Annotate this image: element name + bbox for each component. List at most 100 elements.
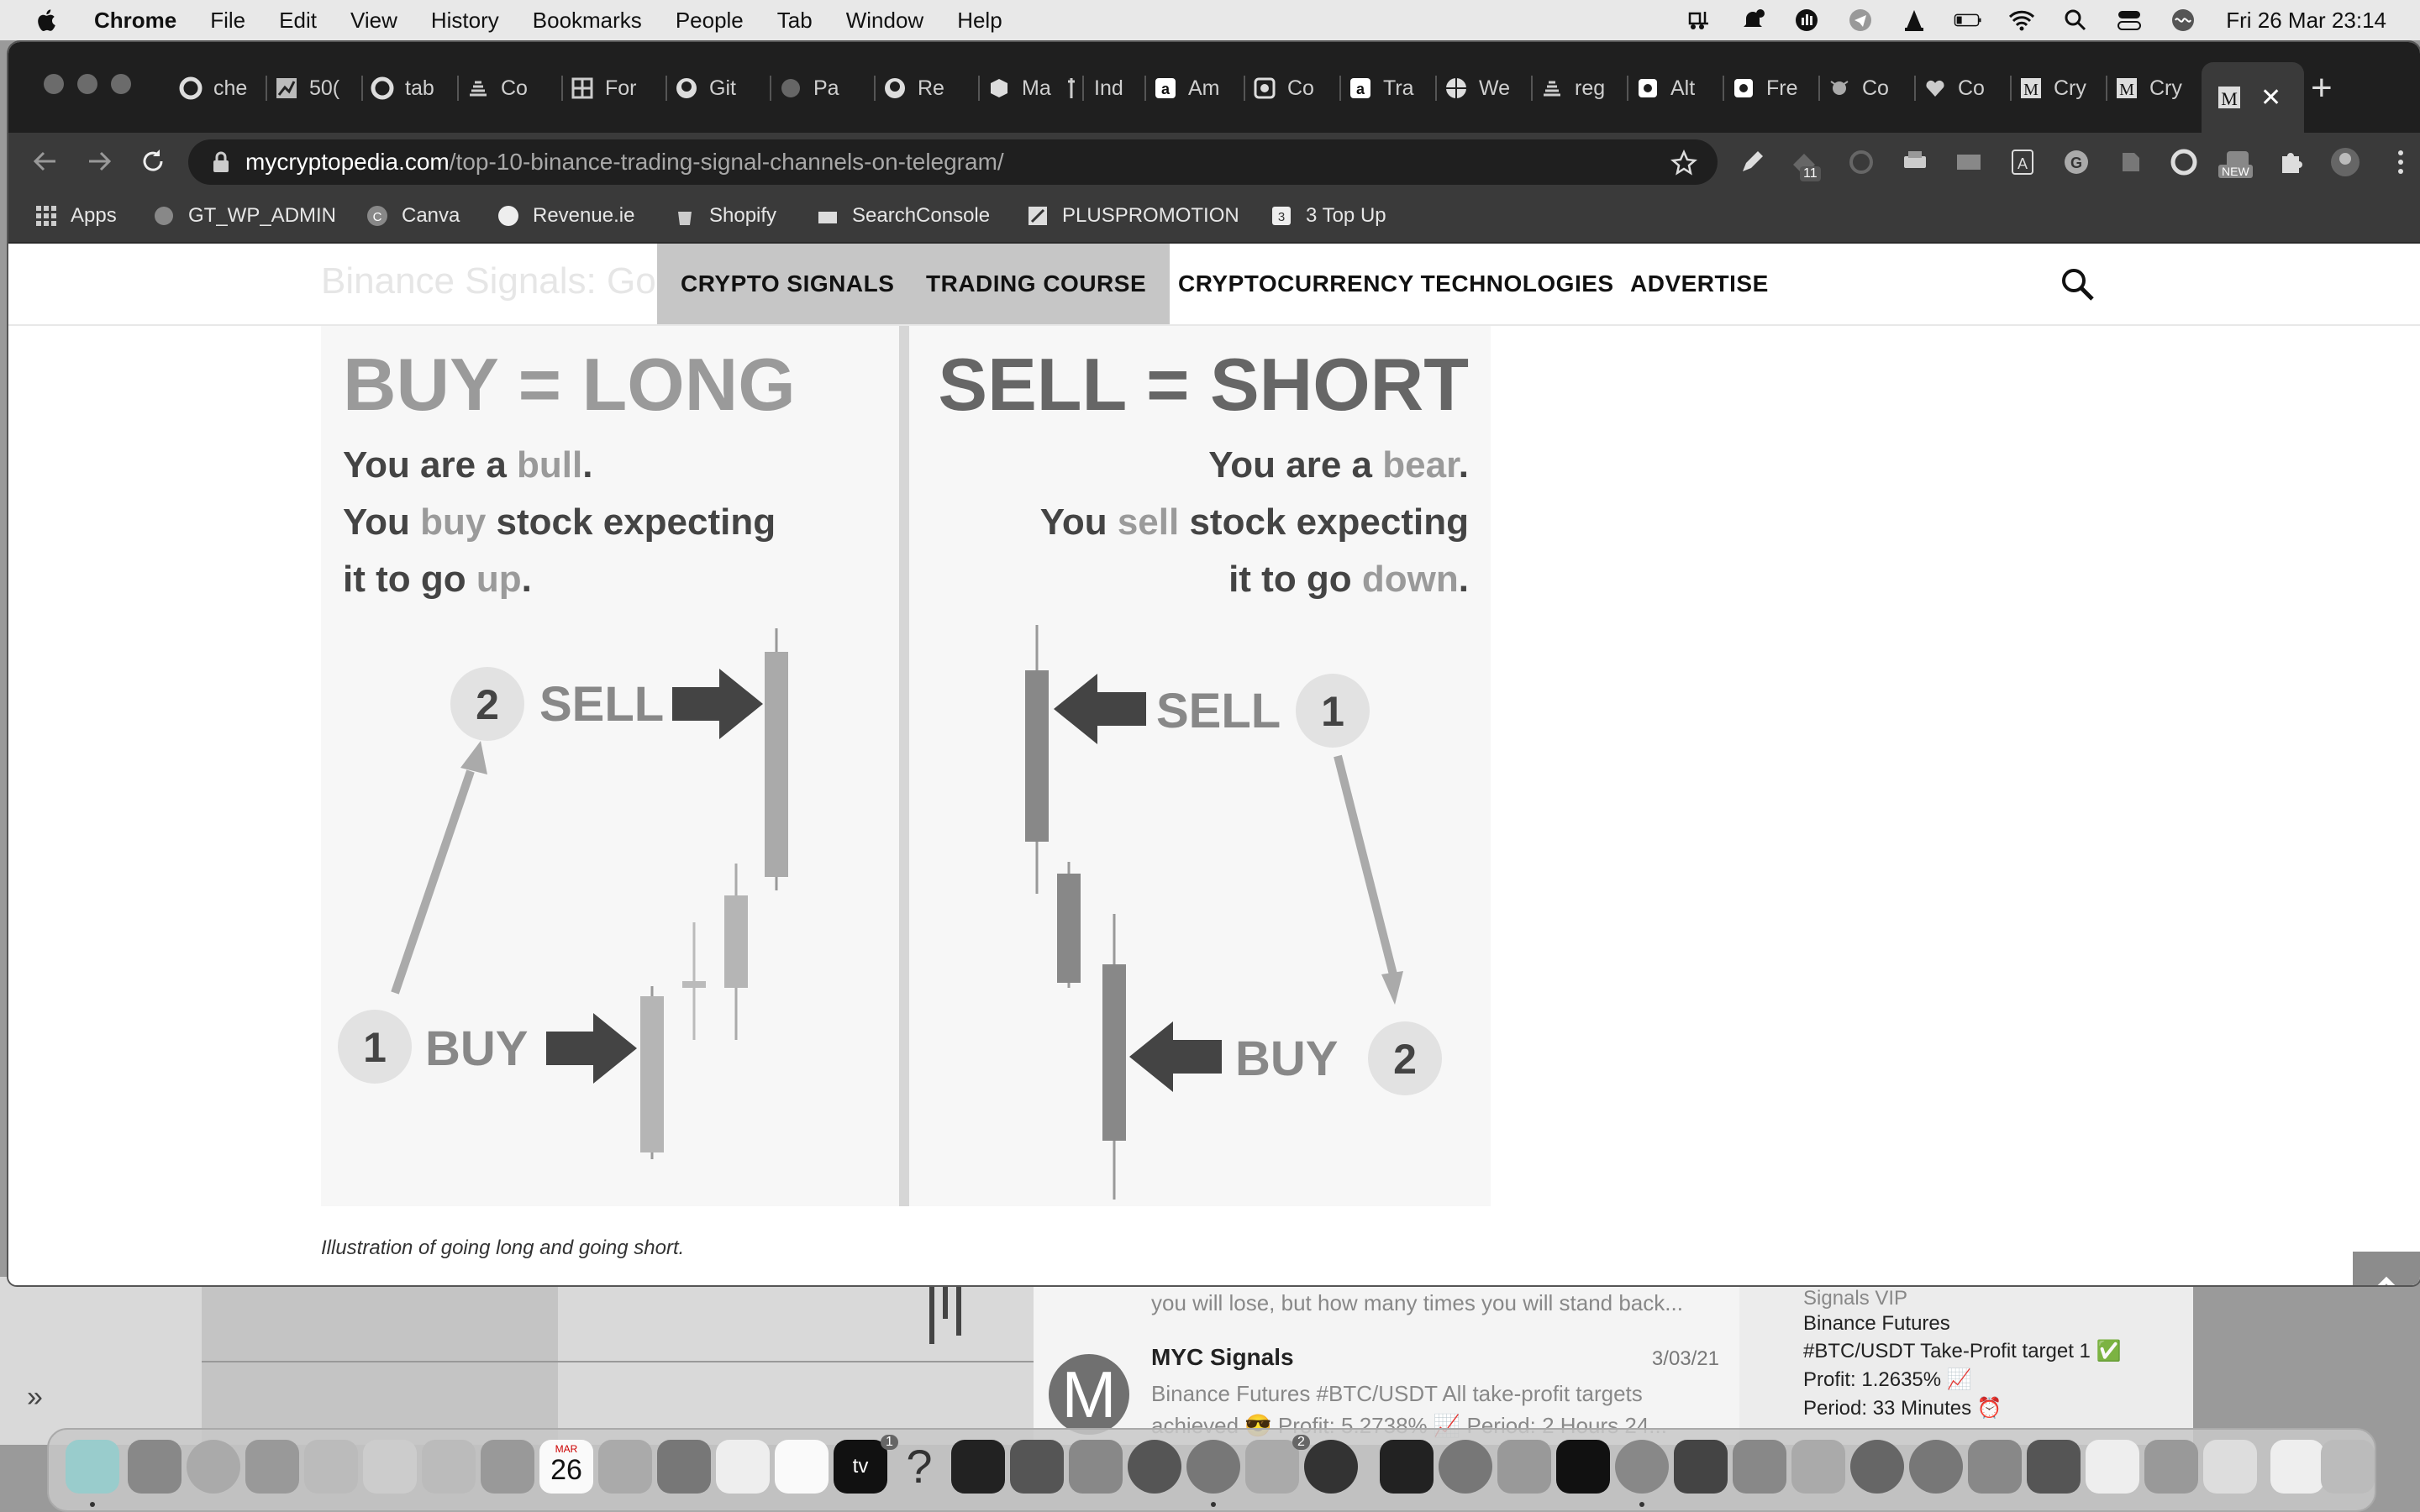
bookmark-3-top-up[interactable]: 3 3 Top Up <box>1269 203 1386 228</box>
lock-icon[interactable] <box>212 151 230 173</box>
sublime-text-icon[interactable] <box>1674 1440 1728 1494</box>
calendar-icon[interactable]: MAR 26 <box>539 1440 593 1494</box>
telegram-chat-name[interactable]: MYC Signals <box>1151 1344 1294 1371</box>
activity-monitor-icon[interactable] <box>1380 1440 1434 1494</box>
telegram-dock-icon[interactable] <box>1615 1440 1669 1494</box>
circle-extension-icon[interactable] <box>2168 146 2200 178</box>
office-icon[interactable] <box>1245 1440 1299 1494</box>
window-zoom-button[interactable] <box>111 74 131 94</box>
nav-advertise[interactable]: ADVERTISE <box>1630 244 1769 324</box>
forward-arrow-icon[interactable] <box>82 144 116 178</box>
browser-tab[interactable]: che <box>178 66 258 111</box>
menu-history[interactable]: History <box>431 8 499 34</box>
menu-app-name[interactable]: Chrome <box>94 8 176 34</box>
printer-extension-icon[interactable] <box>1899 146 1931 178</box>
back-to-top-button[interactable] <box>2353 1252 2420 1285</box>
menu-help[interactable]: Help <box>957 8 1002 34</box>
siri-icon[interactable] <box>2169 8 2197 33</box>
excel-icon[interactable] <box>2027 1440 2081 1494</box>
browser-tab[interactable]: tab <box>370 66 450 111</box>
forklift-dock-icon[interactable] <box>1497 1440 1551 1494</box>
search-icon[interactable] <box>2059 265 2097 304</box>
textedit-icon[interactable] <box>2203 1440 2257 1494</box>
bookmark-searchconsole[interactable]: SearchConsole <box>815 203 990 228</box>
menu-file[interactable]: File <box>210 8 245 34</box>
bookmark-gt-wp-admin[interactable]: GT_WP_ADMIN <box>151 203 336 228</box>
spotlight-search-icon[interactable] <box>2061 8 2090 33</box>
expand-chevron-icon[interactable]: » <box>27 1381 43 1414</box>
menu-bookmarks[interactable]: Bookmarks <box>533 8 642 34</box>
trash-icon[interactable] <box>2321 1440 2375 1494</box>
downloads-icon[interactable] <box>598 1440 652 1494</box>
bookmark-revenue[interactable]: Revenue.ie <box>496 203 634 228</box>
pen-extension-icon[interactable] <box>1736 146 1768 178</box>
menu-tab[interactable]: Tab <box>777 8 813 34</box>
vlc-icon[interactable] <box>1900 8 1928 33</box>
mail-icon[interactable] <box>304 1440 358 1494</box>
new-extension-icon[interactable]: NEW <box>2218 146 2254 178</box>
browser-tab[interactable]: 50( <box>274 66 354 111</box>
card-extension-icon[interactable] <box>1953 146 1985 178</box>
podcasts-icon[interactable] <box>1010 1440 1064 1494</box>
menubar-clock[interactable]: Fri 26 Mar 23:14 <box>2226 8 2386 34</box>
telegram-status-icon[interactable] <box>1846 8 1875 33</box>
grammarly-icon[interactable]: G <box>2060 146 2092 178</box>
browser-tab[interactable]: Co <box>466 66 554 111</box>
window-minimize-button[interactable] <box>77 74 97 94</box>
bookmark-shopify[interactable]: Shopify <box>672 203 776 228</box>
control-center-icon[interactable] <box>2115 8 2144 33</box>
browser-tab[interactable]: Pa <box>778 66 866 111</box>
browser-tab[interactable]: Fre <box>1731 66 1819 111</box>
menu-view[interactable]: View <box>350 8 397 34</box>
word-icon[interactable] <box>1733 1440 1786 1494</box>
app-store-icon[interactable] <box>1069 1440 1123 1494</box>
document-icon[interactable] <box>2086 1440 2139 1494</box>
downloads-stack-icon[interactable] <box>2270 1440 2324 1494</box>
recycle-extension-icon[interactable] <box>1845 146 1877 178</box>
menu-edit[interactable]: Edit <box>279 8 317 34</box>
browser-tab[interactable]: Co <box>1923 66 2011 111</box>
vlc-dock-icon[interactable] <box>1791 1440 1845 1494</box>
browser-tab[interactable]: Re <box>882 66 971 111</box>
menu-people[interactable]: People <box>676 8 744 34</box>
browser-tab[interactable]: a Tra <box>1348 66 1436 111</box>
network-icon[interactable] <box>1850 1440 1904 1494</box>
browser-tab[interactable]: We <box>1444 66 1532 111</box>
evernote-icon[interactable] <box>2114 146 2146 178</box>
bookmark-canva[interactable]: C Canva <box>365 203 460 228</box>
nav-trading-course[interactable]: TRADING COURSE <box>902 244 1171 324</box>
maps-icon[interactable] <box>363 1440 417 1494</box>
telegram-chat-avatar[interactable]: M <box>1049 1354 1129 1435</box>
window-close-button[interactable] <box>44 74 64 94</box>
browser-tab[interactable]: reg <box>1539 66 1628 111</box>
address-bar[interactable]: mycryptopedia.com/top-10-binance-trading… <box>188 139 1718 185</box>
nav-cryptocurrency-technologies[interactable]: CRYPTOCURRENCY TECHNOLOGIES <box>1178 244 1614 324</box>
menu-window[interactable]: Window <box>846 8 923 34</box>
reload-icon[interactable] <box>136 144 170 178</box>
apple-tv-icon[interactable]: tv <box>834 1440 887 1494</box>
bookmark-star-icon[interactable] <box>1670 150 1697 176</box>
finder-icon[interactable] <box>66 1440 119 1494</box>
opera-icon[interactable] <box>1304 1440 1358 1494</box>
browser-tab[interactable]: For <box>570 66 658 111</box>
browser-tab[interactable]: Git <box>674 66 762 111</box>
bookmark-pluspromotion[interactable]: PLUSPROMOTION <box>1025 203 1239 228</box>
music-icon[interactable] <box>951 1440 1005 1494</box>
browser-tab[interactable]: a Am <box>1153 66 1241 111</box>
system-preferences-icon[interactable] <box>1128 1440 1181 1494</box>
reminders-icon[interactable] <box>716 1440 770 1494</box>
whatsapp-icon[interactable] <box>1439 1440 1492 1494</box>
bookmark-apps[interactable]: Apps <box>34 203 117 228</box>
nav-crypto-signals[interactable]: CRYPTO SIGNALS <box>657 244 918 324</box>
profile-avatar[interactable] <box>2329 146 2361 178</box>
istat-menus-icon[interactable] <box>1792 8 1821 33</box>
preview-icon[interactable] <box>2144 1440 2198 1494</box>
browser-tab-active[interactable]: M ✕ <box>2202 62 2304 133</box>
new-tab-button[interactable]: + <box>2311 67 2333 109</box>
notification-bell-icon[interactable] <box>1739 8 1767 33</box>
help-icon[interactable]: ? <box>892 1440 946 1494</box>
back-arrow-icon[interactable] <box>29 144 62 178</box>
obs-icon[interactable] <box>1968 1440 2022 1494</box>
chrome-menu-icon[interactable] <box>2385 146 2417 178</box>
browser-tab[interactable]: Co <box>1827 66 1915 111</box>
